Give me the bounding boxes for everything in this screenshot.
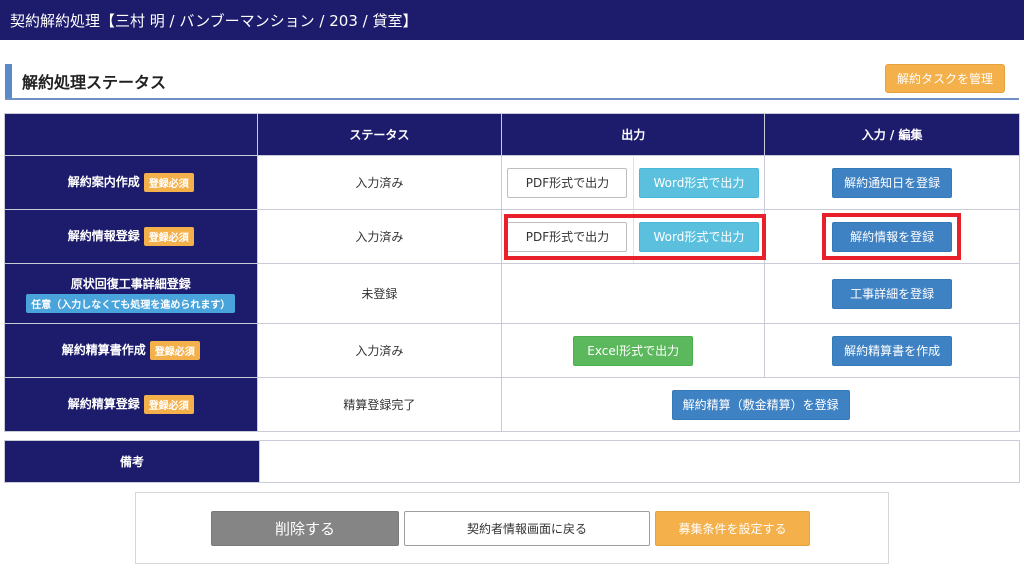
section-accent-bar: [5, 64, 12, 98]
window-title: 契約解約処理【三村 明 / バンブーマンション / 203 / 貸室】: [10, 11, 418, 30]
row-label: 原状回復工事詳細登録 任意（入力しなくても処理を進められます）: [4, 263, 258, 324]
row-label: 解約案内作成 登録必須: [4, 155, 258, 210]
register-cancel-info-button[interactable]: 解約情報を登録: [832, 221, 953, 252]
required-badge: 登録必須: [143, 227, 194, 246]
row-status: 入力済み: [256, 155, 503, 210]
create-settlement-sheet-button[interactable]: 解約精算書を作成: [832, 335, 953, 366]
row-label-text: 原状回復工事詳細登録: [70, 276, 191, 291]
table-row: 解約精算登録 登録必須 精算登録完了 解約精算（敷金精算）を登録: [4, 377, 1020, 432]
output-cell: Excel形式で出力: [501, 323, 766, 378]
output-cell: PDF形式で出力 Word形式で出力: [501, 155, 766, 210]
row-label-text: 解約情報登録: [67, 229, 140, 243]
header-output: 出力: [501, 113, 766, 156]
table-header-row: ステータス 出力 入力 / 編集: [4, 113, 1020, 156]
optional-badge: 任意（入力しなくても処理を進められます）: [26, 293, 236, 313]
row-status: 入力済み: [256, 209, 503, 264]
pdf-output-button[interactable]: PDF形式で出力: [507, 167, 628, 198]
excel-output-button[interactable]: Excel形式で出力: [573, 335, 694, 366]
action-cell: 工事詳細を登録: [764, 263, 1020, 324]
row-label: 解約精算書作成 登録必須: [4, 323, 258, 378]
notes-table: 備考: [4, 440, 1020, 483]
required-badge: 登録必須: [143, 395, 194, 414]
window-title-bar: 契約解約処理【三村 明 / バンブーマンション / 203 / 貸室】: [0, 0, 1024, 40]
notes-value: [259, 440, 1020, 483]
action-cell: 解約情報を登録: [764, 209, 1020, 264]
notes-label: 備考: [4, 440, 260, 483]
pdf-output-button[interactable]: PDF形式で出力: [507, 221, 628, 252]
output-cell: PDF形式で出力 Word形式で出力: [501, 209, 766, 264]
row-label-text: 解約案内作成: [67, 175, 140, 189]
action-cell: 解約精算書を作成: [764, 323, 1020, 378]
output-cell: [501, 263, 766, 324]
header-input-edit: 入力 / 編集: [764, 113, 1020, 156]
table-row: 解約案内作成 登録必須 入力済み PDF形式で出力 Word形式で出力 解約通知日…: [4, 155, 1020, 210]
word-output-button[interactable]: Word形式で出力: [638, 167, 759, 198]
row-label: 解約精算登録 登録必須: [4, 377, 258, 432]
table-row: 解約精算書作成 登録必須 入力済み Excel形式で出力 解約精算書を作成: [4, 323, 1020, 378]
delete-button[interactable]: 削除する: [211, 511, 399, 546]
register-notice-date-button[interactable]: 解約通知日を登録: [832, 167, 953, 198]
header-blank: [4, 113, 258, 156]
register-construction-detail-button[interactable]: 工事詳細を登録: [832, 278, 953, 309]
row-status: 未登録: [256, 263, 503, 324]
register-deposit-settlement-button[interactable]: 解約精算（敷金精算）を登録: [671, 389, 850, 420]
action-cell: 解約通知日を登録: [764, 155, 1020, 210]
table-row: 原状回復工事詳細登録 任意（入力しなくても処理を進められます） 未登録 工事詳細…: [4, 263, 1020, 324]
cancellation-status-table: ステータス 出力 入力 / 編集 解約案内作成 登録必須 入力済み PDF形式で出…: [4, 113, 1020, 432]
footer-actions: 削除する 契約者情報画面に戻る 募集条件を設定する: [135, 492, 889, 564]
required-badge: 登録必須: [149, 341, 200, 360]
section-title: 解約処理ステータス: [22, 73, 167, 92]
manage-cancel-tasks-button[interactable]: 解約タスクを管理: [885, 64, 1005, 93]
set-recruitment-conditions-button[interactable]: 募集条件を設定する: [655, 511, 810, 546]
settlement-cell: 解約精算（敷金精算）を登録: [501, 377, 1020, 432]
row-label-text: 解約精算登録: [67, 397, 140, 411]
row-label-text: 解約精算書作成: [61, 343, 146, 357]
word-output-button[interactable]: Word形式で出力: [638, 221, 759, 252]
back-to-contractor-button[interactable]: 契約者情報画面に戻る: [404, 511, 650, 546]
row-label: 解約情報登録 登録必須: [4, 209, 258, 264]
required-badge: 登録必須: [143, 173, 194, 192]
row-status: 精算登録完了: [256, 377, 503, 432]
section-header: 解約処理ステータス: [5, 62, 1019, 100]
row-status: 入力済み: [256, 323, 503, 378]
table-row: 解約情報登録 登録必須 入力済み PDF形式で出力 Word形式で出力 解約情報を…: [4, 209, 1020, 264]
header-status: ステータス: [256, 113, 503, 156]
